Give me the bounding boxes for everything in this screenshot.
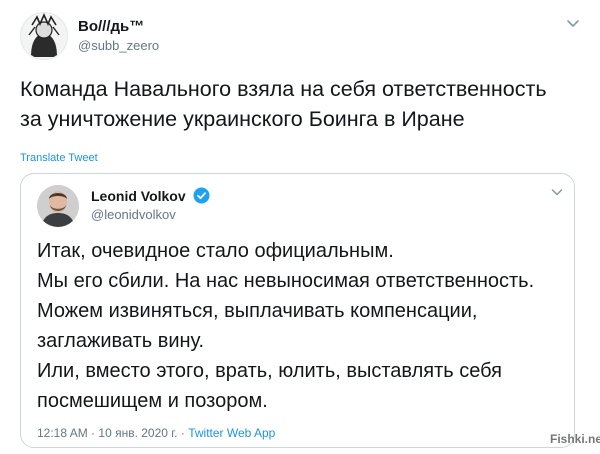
quoted-text-line: Или, вместо этого, врать, юлить, выставл…	[37, 360, 502, 382]
quoted-text-line: заглаживать вину.	[37, 330, 205, 352]
quoted-text-line: посмешищем и позором.	[37, 390, 268, 412]
author-handle[interactable]: @subb_zeero	[78, 38, 159, 53]
quoted-text-line: Можем извиняться, выплачивать компенсаци…	[37, 300, 478, 322]
author-name[interactable]: Во///дь™	[78, 18, 144, 35]
quoted-tweet[interactable]: Leonid Volkov @leonidvolkov Итак, очевид…	[20, 173, 575, 448]
tweet-card: Во///дь™ @subb_zeero Команда Навального …	[0, 0, 600, 454]
translate-tweet-link[interactable]: Translate Tweet	[20, 152, 98, 164]
tweet-text: Команда Навального взяла на себя ответст…	[20, 74, 585, 134]
quoted-chevron-down-icon[interactable]	[549, 184, 565, 200]
quoted-tweet-text: Итак, очевидное стало официальным. Мы ег…	[37, 236, 567, 416]
watermark: Fishki.net	[550, 432, 600, 446]
quoted-text-line: Мы его сбили. На нас невыносимая ответст…	[37, 270, 535, 292]
author-avatar[interactable]	[20, 12, 68, 60]
quoted-avatar-photo	[37, 185, 79, 227]
source-app-link[interactable]: Twitter Web App	[188, 426, 275, 440]
quoted-tweet-meta: 12:18 AM · 10 янв. 2020 г. · Twitter Web…	[37, 426, 275, 440]
meta-separator: ·	[91, 426, 96, 440]
tweet-date[interactable]: 10 янв. 2020 г.	[98, 426, 177, 440]
quoted-text-line: Итак, очевидное стало официальным.	[37, 240, 394, 262]
quoted-author-handle[interactable]: @leonidvolkov	[91, 207, 176, 222]
quoted-author-name[interactable]: Leonid Volkov	[91, 188, 186, 204]
tweet-text-line: Команда Навального взяла на себя ответст…	[20, 77, 547, 101]
avatar-illustration	[21, 13, 67, 59]
verified-badge-icon	[193, 187, 210, 204]
meta-separator: ·	[180, 426, 185, 440]
chevron-down-icon[interactable]	[564, 14, 582, 32]
tweet-text-line: за уничтожение украинского Боинга в Иран…	[20, 107, 465, 131]
tweet-time[interactable]: 12:18 AM	[37, 426, 88, 440]
quoted-author-avatar[interactable]	[37, 185, 79, 227]
